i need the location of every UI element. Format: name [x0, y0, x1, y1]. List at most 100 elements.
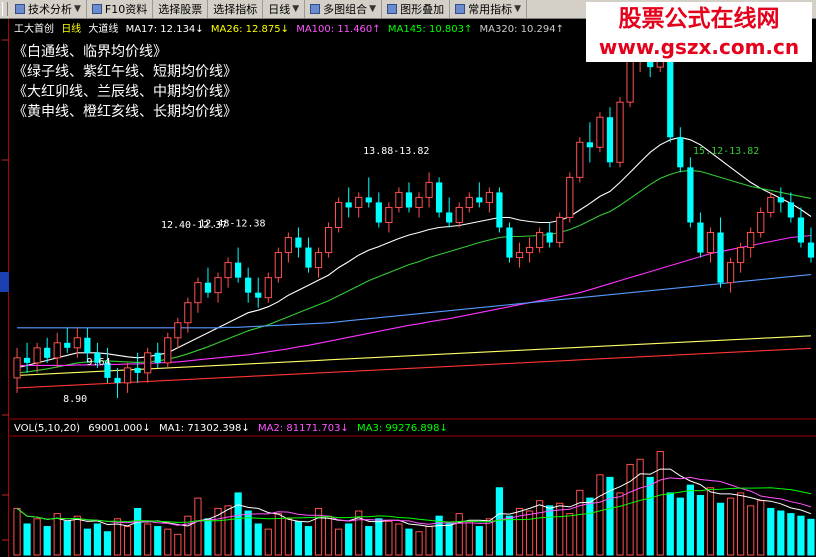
- candle-body: [455, 206, 463, 223]
- candle-body: [235, 262, 242, 278]
- vol-ma2: MA2: 81171.703↓: [257, 423, 349, 434]
- main-chart-header: 工大首创 日线 大道线 MA17: 12.134↓ MA26: 12.875↓ …: [14, 20, 568, 35]
- candle-body: [84, 337, 91, 353]
- candle-body: [295, 237, 302, 248]
- volume-bar: [676, 497, 684, 556]
- candle-body: [144, 352, 152, 374]
- volume-bar: [103, 531, 112, 556]
- ma320-value: MA320: 10.294↑: [479, 24, 565, 35]
- candle-body: [385, 206, 393, 223]
- candle-body: [737, 247, 745, 264]
- legend-line-4: 《黄申线、橙红亥线、长期均价线》: [13, 104, 237, 120]
- volume-bar: [747, 505, 755, 556]
- volume-bar: [194, 497, 202, 556]
- volume-bar: [445, 523, 453, 556]
- candle-body: [515, 252, 524, 259]
- candle-body: [726, 262, 735, 284]
- candle-body: [214, 277, 222, 294]
- volume-bar: [546, 505, 554, 556]
- candle-body: [536, 232, 544, 249]
- candle-body: [506, 227, 513, 258]
- candle-body: [33, 347, 41, 364]
- volume-bar: [726, 497, 735, 556]
- legend-line-1: 《白通线、临界均价线》: [13, 44, 167, 60]
- candle-body: [616, 101, 624, 163]
- candle-body: [284, 237, 292, 254]
- volume-bar: [475, 526, 483, 556]
- candle-body: [194, 282, 202, 304]
- candle-body: [375, 202, 382, 223]
- candle-body: [476, 197, 483, 203]
- candle-body: [787, 202, 794, 218]
- vol-value: 69001.000↓: [88, 423, 151, 434]
- candle-body: [13, 357, 21, 379]
- volume-bar: [144, 523, 152, 556]
- volume-bar: [304, 526, 313, 556]
- volume-bar: [807, 518, 815, 556]
- volume-bar: [345, 523, 353, 556]
- candle-body: [264, 277, 272, 299]
- volume-bar: [455, 513, 463, 556]
- volume-bar: [465, 520, 473, 556]
- volume-bar: [576, 489, 584, 556]
- vol-ma3: MA3: 99276.898↓: [357, 423, 448, 434]
- volume-bar: [264, 528, 272, 556]
- candle-body: [677, 137, 684, 168]
- volume-bar: [33, 518, 41, 556]
- candle-body: [314, 252, 323, 269]
- candle-body: [184, 302, 192, 324]
- volume-bar: [254, 523, 262, 556]
- axis-highlight-marker: [0, 272, 9, 292]
- candle-body: [566, 176, 574, 218]
- volume-bar: [63, 520, 71, 556]
- candle-body: [626, 56, 634, 103]
- candle-body: [355, 196, 363, 208]
- volume-bar: [174, 533, 182, 556]
- volume-bar: [646, 476, 654, 556]
- price-annotation: 15.12-13.82: [693, 146, 759, 157]
- volume-bar: [586, 497, 594, 556]
- candle-body: [324, 227, 333, 254]
- volume-bar: [566, 513, 574, 556]
- volume-header: VOL(5,10,20) 69001.000↓ MA1: 71302.398↓ …: [14, 423, 453, 434]
- volume-bar: [656, 451, 664, 556]
- indicator-name: 大道线: [88, 24, 119, 35]
- volume-bar: [93, 523, 102, 556]
- candle-body: [64, 342, 71, 348]
- volume-bar: [123, 526, 132, 556]
- ma100-value: MA100: 11.460↑: [296, 24, 381, 35]
- price-annotation: 12.48-12.38: [199, 218, 265, 229]
- volume-bar: [43, 526, 51, 556]
- vol-ma1: MA1: 71302.398↓: [158, 423, 250, 434]
- candle-body: [687, 167, 694, 223]
- volume-bar: [204, 518, 212, 556]
- ma-line-magenta_line: [17, 234, 812, 366]
- volume-bar: [324, 515, 333, 556]
- ma26-value: MA26: 12.875↓: [210, 24, 289, 35]
- candle-body: [465, 196, 473, 208]
- ma-legend: 《白通线、临界均价线》 《绿子线、紫红午线、短期均价线》 《大红卯线、兰辰线、中…: [13, 42, 237, 122]
- candle-body: [154, 352, 161, 363]
- candle-body: [405, 192, 413, 208]
- volume-bar: [415, 531, 423, 556]
- candle-body: [717, 232, 724, 283]
- volume-bar: [716, 502, 725, 556]
- candle-body: [274, 252, 282, 279]
- period-label: 日线: [61, 24, 82, 35]
- volume-bar: [375, 518, 383, 556]
- volume-bar: [365, 526, 373, 556]
- volume-bar: [525, 510, 534, 556]
- volume-bar: [13, 507, 21, 556]
- volume-bar: [134, 507, 142, 556]
- candle-body: [706, 232, 715, 254]
- candle-body: [425, 181, 433, 198]
- volume-bar: [335, 528, 343, 556]
- watermark-url: www.gszx.com.cn: [598, 35, 800, 59]
- volume-bar: [556, 502, 564, 556]
- volume-bar: [284, 518, 292, 556]
- candle-body: [164, 337, 172, 364]
- candle-body: [546, 232, 553, 243]
- candle-body: [777, 197, 784, 203]
- volume-bar: [395, 523, 403, 556]
- candle-body: [23, 357, 31, 363]
